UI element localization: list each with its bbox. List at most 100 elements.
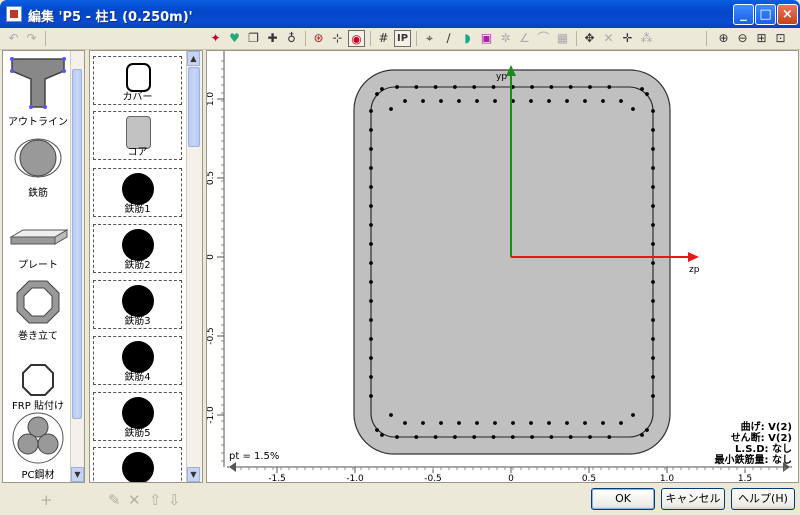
palette-item-pc-steel[interactable]: PC鋼材 [3, 466, 73, 481]
palette-scroll-thumb[interactable] [72, 69, 82, 419]
jacket-shape-icon[interactable] [15, 279, 61, 325]
rebar-point[interactable] [453, 85, 457, 89]
rebar-point[interactable] [369, 204, 373, 208]
rebar-point[interactable] [619, 99, 623, 103]
h-scroll-left-icon[interactable] [229, 462, 236, 472]
rebar-point[interactable] [395, 85, 399, 89]
material-item-rebar4[interactable]: 鉄筋4 [93, 336, 182, 385]
record-icon[interactable]: ◉ [348, 30, 365, 47]
rebar-point[interactable] [369, 261, 373, 265]
move-down-icon[interactable]: ⇩ [168, 491, 181, 509]
rebar-point[interactable] [433, 435, 438, 439]
rebar-point[interactable] [472, 435, 477, 439]
undo-icon[interactable]: ↶ [5, 30, 22, 47]
palette-icon[interactable]: ▣ [478, 30, 495, 47]
rebar-point[interactable] [369, 109, 373, 113]
rebar-point[interactable] [607, 435, 612, 439]
rebar-point[interactable] [651, 337, 655, 341]
pc-steel-shape-icon[interactable] [11, 411, 65, 465]
rebar-point[interactable] [651, 166, 655, 170]
angle-icon[interactable]: ∠ [516, 30, 533, 47]
material-item-rebar6[interactable] [93, 447, 182, 482]
rebar-point[interactable] [645, 92, 649, 96]
target-icon[interactable]: ⊛ [310, 30, 327, 47]
move-up-icon[interactable]: ⇧ [149, 491, 162, 509]
material-item-core[interactable]: コア [93, 111, 182, 160]
rebar-point[interactable] [588, 435, 592, 439]
rebar-point[interactable] [493, 421, 497, 425]
rebar-point[interactable] [439, 421, 443, 425]
principal-axes-icon[interactable]: IP [394, 30, 411, 47]
half-shape-icon[interactable]: ◗ [459, 30, 476, 47]
rebar-point[interactable] [433, 85, 438, 89]
rebar-point[interactable] [568, 435, 573, 439]
rebar-shape-icon[interactable] [13, 137, 63, 179]
rebar-point[interactable] [375, 92, 379, 96]
rebar-point[interactable] [369, 128, 373, 132]
rebar-point[interactable] [414, 435, 419, 439]
rebar-point[interactable] [651, 147, 655, 151]
rebar-point[interactable] [491, 85, 496, 89]
ok-button[interactable]: OK [591, 488, 655, 510]
rebar-point[interactable] [369, 242, 373, 246]
rebar-point[interactable] [651, 109, 655, 113]
material-item-rebar3[interactable]: 鉄筋3 [93, 280, 182, 329]
snap-icon[interactable]: ✲ [497, 30, 514, 47]
materials-scroll-up-icon[interactable]: ▲ [187, 51, 200, 66]
rebar-point[interactable] [565, 421, 569, 425]
outline-shape-icon[interactable] [9, 55, 67, 111]
rebar-point[interactable] [530, 435, 534, 439]
centroid-icon[interactable]: ⌖ [421, 30, 438, 47]
rebar-point[interactable] [529, 99, 533, 103]
shape-icon[interactable]: ♥ [226, 30, 243, 47]
rebar-point[interactable] [369, 280, 373, 284]
rebar-point[interactable] [640, 87, 644, 91]
rebar-point[interactable] [369, 337, 373, 341]
edit-material-icon[interactable]: ✎ [108, 491, 121, 509]
palette-scroll-down-icon[interactable]: ▼ [71, 467, 84, 482]
rebar-point[interactable] [631, 107, 635, 111]
rebar-point[interactable] [651, 242, 655, 246]
material-item-rebar1[interactable]: 鉄筋1 [93, 168, 182, 217]
zoom-in-icon[interactable]: ⊕ [715, 30, 732, 47]
rebar-point[interactable] [421, 99, 425, 103]
rebar-point[interactable] [475, 421, 479, 425]
split-icon[interactable]: ♁ [283, 30, 300, 47]
rebar-point[interactable] [472, 85, 477, 89]
materials-scroll-thumb[interactable] [188, 67, 200, 147]
material-item-rebar5[interactable]: 鉄筋5 [93, 392, 182, 441]
rebar-point[interactable] [529, 421, 533, 425]
scatter-icon[interactable]: ⁂ [638, 30, 655, 47]
rebar-point[interactable] [389, 107, 393, 111]
materials-scroll-down-icon[interactable]: ▼ [187, 467, 200, 482]
palette-item-frp[interactable]: FRP 貼付け [3, 397, 73, 412]
palette-item-plate[interactable]: プレート [3, 256, 73, 271]
rebar-point[interactable] [369, 299, 373, 303]
rebar-point[interactable] [403, 99, 407, 103]
rebar-point[interactable] [601, 99, 605, 103]
rebar-point[interactable] [565, 99, 569, 103]
plate-shape-icon[interactable] [9, 227, 69, 247]
rebar-point[interactable] [651, 185, 655, 189]
palette-item-rebar[interactable]: 鉄筋 [3, 184, 73, 199]
rebar-point[interactable] [510, 435, 515, 439]
rebar-point[interactable] [549, 435, 554, 439]
rebar-point[interactable] [651, 280, 655, 284]
rebar-point[interactable] [651, 356, 655, 360]
rebar-point[interactable] [583, 99, 587, 103]
zoom-window-icon[interactable]: ⊡ [772, 30, 789, 47]
slope-icon[interactable]: ∕ [440, 30, 457, 47]
rebar-point[interactable] [651, 299, 655, 303]
palette-item-jacket[interactable]: 巻き立て [3, 327, 73, 342]
rebar-point[interactable] [369, 356, 373, 360]
rebar-point[interactable] [369, 375, 373, 379]
rebar-point[interactable] [631, 413, 635, 417]
rebar-point[interactable] [403, 421, 407, 425]
rebar-point[interactable] [369, 318, 373, 322]
rebar-point[interactable] [389, 413, 393, 417]
rebar-point[interactable] [457, 421, 461, 425]
rebar-point[interactable] [369, 185, 373, 189]
close-button[interactable]: × [777, 4, 798, 25]
rebar-point[interactable] [375, 428, 379, 432]
rebar-point[interactable] [380, 433, 384, 437]
